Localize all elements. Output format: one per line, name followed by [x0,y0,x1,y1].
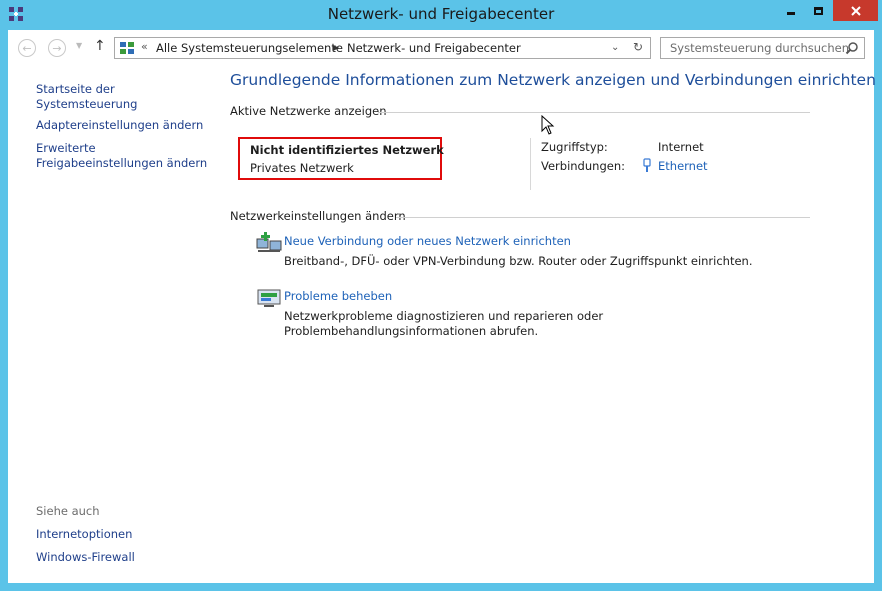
minimize-button[interactable] [777,0,804,21]
breadcrumb-overflow[interactable]: « [141,40,148,53]
network-name: Nicht identifiziertes Netzwerk [250,143,444,157]
troubleshoot-description: Netzwerkprobleme diagnostizieren und rep… [284,309,604,338]
breadcrumb-separator-icon[interactable]: ▶ [333,43,339,52]
mouse-cursor-icon [541,115,555,135]
back-arrow-icon: ← [22,41,32,55]
sidebar-item-advanced-sharing[interactable]: Erweiterte Freigabeeinstellungen ändern [36,141,207,171]
sidebar-item-label: Erweiterte [36,141,96,155]
search-placeholder: Systemsteuerung durchsuchen [670,41,850,55]
search-input[interactable]: Systemsteuerung durchsuchen [660,37,865,59]
sidebar-item-firewall[interactable]: Windows-Firewall [36,550,135,565]
close-button[interactable] [833,0,878,21]
page-title: Grundlegende Informationen zum Netzwerk … [230,71,876,89]
window-title: Netzwerk- und Freigabecenter [327,5,555,23]
ethernet-icon [643,158,651,172]
client-area: ← → ▼ ↑ « Alle Systemsteuerungselemente … [8,30,876,583]
troubleshoot-link[interactable]: Probleme beheben [284,289,392,303]
navigation-bar: ← → ▼ ↑ « Alle Systemsteuerungselemente … [8,30,874,66]
new-connection-link[interactable]: Neue Verbindung oder neues Netzwerk einr… [284,234,571,248]
access-type-label: Zugriffstyp: [541,140,608,154]
up-arrow-icon: ↑ [94,38,106,54]
sidebar: Startseite der Systemsteuerung Adapterei… [8,66,218,583]
sidebar-item-label: Freigabeeinstellungen ändern [36,156,208,170]
troubleshoot-icon [257,289,281,307]
main-pane: Grundlegende Informationen zum Netzwerk … [218,66,876,583]
sidebar-item-adapter-settings[interactable]: Adaptereinstellungen ändern [36,118,203,133]
window: Netzwerk- und Freigabecenter ← → ▼ ↑ « A… [0,0,882,591]
refresh-icon[interactable]: ↻ [633,40,643,54]
ethernet-connection-link[interactable]: Ethernet [658,159,708,173]
vertical-divider [530,138,531,190]
new-connection-icon [256,232,282,252]
maximize-icon [814,6,823,15]
minimize-icon [786,12,795,15]
connections-label: Verbindungen: [541,159,625,173]
forward-button[interactable]: → [48,39,66,57]
see-also-heading: Siehe auch [36,504,100,518]
network-category-link[interactable]: Privates Netzwerk [250,161,354,175]
close-icon [850,5,861,16]
sidebar-item-internet-options[interactable]: Internetoptionen [36,527,132,542]
back-button[interactable]: ← [18,39,36,57]
maximize-button[interactable] [805,0,832,21]
breadcrumb-network-center[interactable]: Netzwerk- und Freigabecenter [347,41,521,55]
section-divider [378,112,810,113]
up-button[interactable]: ↑ [94,38,106,54]
address-dropdown-icon[interactable]: ⌄ [611,42,619,53]
new-connection-description: Breitband-, DFÜ- oder VPN-Verbindung bzw… [284,254,753,268]
active-network-highlight: Nicht identifiziertes Netzwerk Privates … [238,137,444,180]
control-panel-icon [120,42,134,54]
section-divider [396,217,810,218]
address-bar[interactable]: « Alle Systemsteuerungselemente ▶ Netzwe… [114,37,651,59]
change-settings-label: Netzwerkeinstellungen ändern [230,209,406,223]
active-networks-label: Aktive Netzwerke anzeigen [230,104,387,118]
search-icon[interactable] [845,41,859,55]
breadcrumb-all-items[interactable]: Alle Systemsteuerungselemente [156,41,343,55]
access-type-value: Internet [658,140,704,154]
sidebar-item-home[interactable]: Startseite der Systemsteuerung [36,82,218,112]
forward-arrow-icon: → [52,41,62,55]
title-bar[interactable]: Netzwerk- und Freigabecenter [0,0,882,30]
recent-pages-dropdown[interactable]: ▼ [76,41,82,50]
